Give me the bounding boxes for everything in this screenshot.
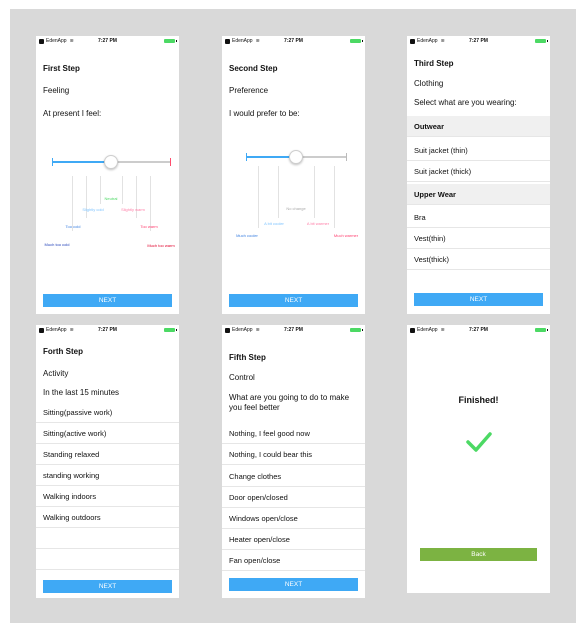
step-prompt: At present I feel:: [43, 109, 102, 118]
status-time: 7:27 PM: [284, 327, 303, 333]
list-item[interactable]: Bra: [407, 207, 550, 228]
scale-slightly-warm: Slightly warm: [121, 207, 145, 212]
status-time: 7:27 PM: [469, 327, 488, 333]
list-item[interactable]: Vest(thick): [407, 249, 550, 270]
screen-first-step: EdenApp ≋ 7:27 PM First Step Feeling At p…: [36, 36, 179, 314]
empty-row: [36, 528, 179, 549]
scale-much-too-warm: Much too warm: [147, 243, 175, 248]
list-item[interactable]: Heater open/close: [222, 529, 365, 550]
scale-guide: [258, 166, 259, 228]
list-item[interactable]: Walking outdoors: [36, 507, 179, 528]
scale-guide: [150, 176, 151, 231]
mockup-canvas: EdenApp ≋ 7:27 PM First Step Feeling At p…: [10, 9, 576, 623]
scale-no-change: No change: [286, 206, 306, 211]
next-button[interactable]: NEXT: [229, 294, 358, 307]
step-label: Clothing: [414, 79, 444, 88]
back-button[interactable]: Back: [420, 548, 537, 561]
scale-a-bit-warmer: A bit warmer: [306, 221, 330, 226]
list-item[interactable]: Windows open/close: [222, 508, 365, 529]
checkmark-icon: [466, 432, 492, 452]
scale-guide: [334, 166, 335, 228]
screen-third-step: EdenApp ≋ 7:27 PM Third Step Clothing Sel…: [407, 36, 550, 314]
battery-icon: [164, 328, 177, 332]
step-prompt-line-1: What are you going to do to make: [229, 393, 350, 402]
scale-too-warm: Too warm: [140, 224, 158, 229]
battery-icon: [535, 328, 548, 332]
status-bar: EdenApp ≋ 7:27 PM: [222, 325, 365, 335]
list-item[interactable]: standing working: [36, 465, 179, 486]
list-item[interactable]: Nothing, I feel good now: [222, 423, 365, 444]
scale-much-cooler: Much cooler: [236, 233, 258, 238]
scale-guide: [100, 176, 101, 204]
finished-heading: Finished!: [458, 395, 499, 405]
step-prompt: In the last 15 minutes: [43, 388, 120, 397]
feeling-slider-fill: [52, 161, 111, 163]
scale-guide: [122, 176, 123, 204]
step-label: Activity: [43, 369, 69, 378]
scale-too-cold: Too cold: [65, 224, 81, 229]
next-button[interactable]: NEXT: [43, 580, 172, 593]
section-header-upper-wear: Upper Wear: [407, 184, 550, 205]
scale-much-too-cold: Much too cold: [44, 242, 70, 247]
step-title: First Step: [43, 64, 80, 73]
screen-finished: EdenApp ≋ 7:27 PM Finished! Back: [407, 325, 550, 593]
slider-max-cap: [170, 158, 171, 166]
next-button[interactable]: NEXT: [43, 294, 172, 307]
list-item[interactable]: Fan open/close: [222, 550, 365, 571]
status-time: 7:27 PM: [98, 327, 117, 333]
step-label: Feeling: [43, 86, 70, 95]
scale-neutral: Neutral: [104, 196, 118, 201]
status-time: 7:27 PM: [284, 38, 303, 44]
scale-guide: [72, 176, 73, 231]
scale-much-warmer: Much warmer: [333, 233, 359, 238]
empty-row: [36, 549, 179, 570]
step-title: Forth Step: [43, 347, 83, 356]
step-prompt: I would prefer to be:: [229, 109, 300, 118]
scale-a-bit-cooler: A bit cooler: [264, 221, 284, 226]
step-title: Fifth Step: [229, 353, 266, 362]
feeling-slider-thumb[interactable]: [104, 155, 118, 169]
step-prompt: Select what are you wearing:: [414, 98, 517, 107]
status-time: 7:27 PM: [469, 38, 488, 44]
status-bar: EdenApp ≋ 7:27 PM: [36, 36, 179, 46]
list-item[interactable]: Vest(thin): [407, 228, 550, 249]
next-button[interactable]: NEXT: [414, 293, 543, 306]
screen-second-step: EdenApp ≋ 7:27 PM Second Step Preference …: [222, 36, 365, 314]
next-button[interactable]: NEXT: [229, 578, 358, 591]
scale-guide: [278, 166, 279, 218]
screen-forth-step: EdenApp ≋ 7:27 PM Forth Step Activity In …: [36, 325, 179, 598]
step-title: Second Step: [229, 64, 278, 73]
list-item[interactable]: Sitting(passive work): [36, 402, 179, 423]
battery-icon: [350, 39, 363, 43]
status-bar: EdenApp ≋ 7:27 PM: [222, 36, 365, 46]
preference-slider-thumb[interactable]: [289, 150, 303, 164]
step-label: Preference: [229, 86, 269, 95]
section-header-outwear: Outwear: [407, 116, 550, 137]
scale-slightly-cold: Slightly cold: [82, 207, 104, 212]
step-label: Control: [229, 373, 255, 382]
screen-fifth-step: EdenApp ≋ 7:27 PM Fifth Step Control What…: [222, 325, 365, 598]
list-item[interactable]: Sitting(active work): [36, 423, 179, 444]
scale-guide: [314, 166, 315, 218]
list-item[interactable]: Change clothes: [222, 466, 365, 487]
list-item[interactable]: Standing relaxed: [36, 444, 179, 465]
list-item[interactable]: Suit jacket (thin): [407, 140, 550, 161]
slider-max-cap: [346, 153, 347, 161]
step-prompt-line-2: you feel better: [229, 403, 280, 412]
list-item[interactable]: Door open/closed: [222, 487, 365, 508]
step-title: Third Step: [414, 59, 454, 68]
status-bar: EdenApp ≋ 7:27 PM: [407, 325, 550, 335]
battery-icon: [350, 328, 363, 332]
battery-icon: [535, 39, 548, 43]
list-item[interactable]: Nothing, I could bear this: [222, 444, 365, 465]
list-item[interactable]: Suit jacket (thick): [407, 161, 550, 182]
status-time: 7:27 PM: [98, 38, 117, 44]
battery-icon: [164, 39, 177, 43]
list-item[interactable]: Walking indoors: [36, 486, 179, 507]
status-bar: EdenApp ≋ 7:27 PM: [407, 36, 550, 46]
status-bar: EdenApp ≋ 7:27 PM: [36, 325, 179, 335]
